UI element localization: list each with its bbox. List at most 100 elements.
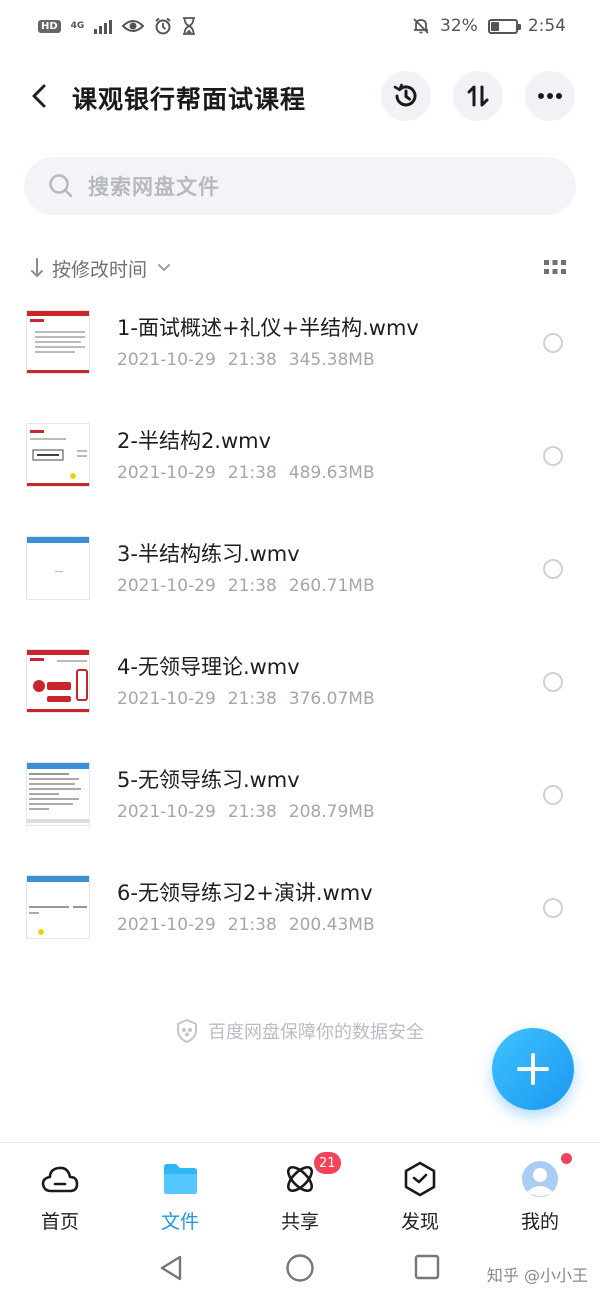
select-radio[interactable] — [543, 333, 563, 353]
file-row[interactable]: 5-无领导练习.wmv 2021-10-29 21:38 208.79MB — [0, 752, 600, 865]
file-date: 2021-10-29 — [117, 576, 216, 596]
search-icon — [49, 174, 73, 198]
back-button[interactable] — [24, 80, 56, 112]
system-back-icon[interactable] — [158, 1254, 184, 1282]
system-home-icon[interactable] — [285, 1253, 315, 1283]
file-meta: 2021-10-29 21:38 376.07MB — [117, 689, 387, 709]
file-date: 2021-10-29 — [117, 689, 216, 709]
grid-icon — [544, 260, 566, 274]
file-row[interactable]: 4-无领导理论.wmv 2021-10-29 21:38 376.07MB — [0, 639, 600, 752]
avatar-icon — [522, 1161, 558, 1197]
alarm-icon — [155, 17, 171, 35]
cloud-icon — [41, 1166, 79, 1193]
file-date: 2021-10-29 — [117, 463, 216, 483]
file-row[interactable]: 2-半结构2.wmv 2021-10-29 21:38 489.63MB — [0, 413, 600, 526]
file-size: 345.38MB — [288, 350, 375, 370]
network-type: 4G — [70, 20, 85, 31]
video-thumbnail — [26, 649, 90, 713]
file-meta: 2021-10-29 21:38 200.43MB — [117, 915, 387, 935]
file-name: 3-半结构练习.wmv — [117, 542, 300, 566]
select-radio[interactable] — [543, 898, 563, 918]
system-recents-icon[interactable] — [414, 1254, 440, 1280]
sort-bar: 按修改时间 — [30, 252, 570, 284]
notification-dot — [561, 1153, 572, 1164]
slide-preview-icon — [27, 650, 89, 712]
more-button[interactable] — [525, 71, 575, 121]
file-meta: 2021-10-29 21:38 260.71MB — [117, 576, 387, 596]
hd-indicator: HD — [38, 19, 61, 33]
share-badge: 21 — [314, 1152, 341, 1174]
search-input[interactable]: 搜索网盘文件 — [24, 157, 576, 215]
file-row[interactable]: 1-面试概述+礼仪+半结构.wmv 2021-10-29 21:38 345.38M… — [0, 300, 600, 413]
more-icon — [538, 93, 562, 99]
nav-label: 文件 — [160, 1211, 199, 1233]
sort-selector[interactable]: 按修改时间 — [30, 255, 171, 282]
discover-icon — [404, 1161, 436, 1197]
select-radio[interactable] — [543, 559, 563, 579]
status-right: 32% 2:54 — [412, 16, 566, 36]
file-time: 21:38 — [227, 576, 277, 596]
file-name: 4-无领导理论.wmv — [117, 655, 300, 679]
slide-preview-icon — [27, 311, 89, 373]
sort-label: 按修改时间 — [52, 258, 148, 281]
video-thumbnail — [26, 762, 90, 826]
select-radio[interactable] — [543, 446, 563, 466]
plus-icon — [517, 1053, 549, 1085]
header: 课观银行帮面试课程 — [0, 62, 600, 130]
file-size: 260.71MB — [288, 576, 375, 596]
history-icon — [393, 83, 417, 107]
page-title: 课观银行帮面试课程 — [72, 85, 307, 114]
document-preview-icon — [27, 876, 89, 935]
back-icon — [32, 84, 46, 108]
file-time: 21:38 — [227, 802, 277, 822]
nav-item-home[interactable]: 首页 — [0, 1143, 120, 1238]
document-preview-icon — [27, 763, 89, 823]
file-date: 2021-10-29 — [117, 802, 216, 822]
file-row[interactable]: 6-无领导练习2+演讲.wmv 2021-10-29 21:38 200.43MB — [0, 865, 600, 978]
file-time: 21:38 — [227, 350, 277, 370]
file-size: 376.07MB — [288, 689, 375, 709]
file-time: 21:38 — [227, 689, 277, 709]
add-button[interactable] — [492, 1028, 574, 1110]
nav-label: 首页 — [40, 1211, 79, 1233]
file-meta: 2021-10-29 21:38 489.63MB — [117, 463, 387, 483]
shield-icon — [177, 1019, 197, 1043]
system-nav-bar: 知乎 @小小王 — [0, 1240, 600, 1300]
file-size: 489.63MB — [288, 463, 375, 483]
signal-icon — [94, 18, 113, 34]
sort-order-button[interactable] — [453, 71, 503, 121]
battery-icon — [487, 18, 521, 34]
file-meta: 2021-10-29 21:38 345.38MB — [117, 350, 387, 370]
file-name: 2-半结构2.wmv — [117, 429, 272, 453]
select-radio[interactable] — [543, 785, 563, 805]
mute-bell-icon — [413, 18, 429, 34]
share-atom-icon — [286, 1165, 314, 1193]
grid-view-button[interactable] — [544, 260, 566, 276]
select-radio[interactable] — [543, 672, 563, 692]
nav-label: 我的 — [520, 1211, 559, 1233]
arrow-down-icon — [31, 258, 43, 277]
history-button[interactable] — [381, 71, 431, 121]
nav-item-files[interactable]: 文件 — [120, 1143, 240, 1238]
safety-note-text: 百度网盘保障你的数据安全 — [208, 1022, 424, 1043]
nav-item-me[interactable]: 我的 — [480, 1143, 600, 1238]
file-meta: 2021-10-29 21:38 208.79MB — [117, 802, 387, 822]
video-thumbnail — [26, 875, 90, 939]
file-row[interactable]: 3-半结构练习.wmv 2021-10-29 21:38 260.71MB — [0, 526, 600, 639]
file-time: 21:38 — [227, 463, 277, 483]
nav-label: 发现 — [400, 1211, 439, 1233]
nav-label: 共享 — [280, 1211, 319, 1233]
file-size: 200.43MB — [288, 915, 375, 935]
folder-icon — [164, 1164, 197, 1194]
nav-item-discover[interactable]: 发现 — [360, 1143, 480, 1238]
hourglass-icon — [183, 17, 196, 35]
file-date: 2021-10-29 — [117, 350, 216, 370]
battery-fill — [490, 21, 499, 31]
search-placeholder: 搜索网盘文件 — [88, 175, 220, 199]
bottom-nav: 首页 文件 共享 发现 我的 — [0, 1142, 600, 1238]
nav-item-share[interactable]: 共享 — [240, 1143, 360, 1238]
status-left: HD 4G — [38, 17, 196, 35]
video-thumbnail — [26, 536, 90, 600]
file-name: 6-无领导练习2+演讲.wmv — [117, 881, 373, 905]
file-name: 1-面试概述+礼仪+半结构.wmv — [117, 316, 419, 340]
